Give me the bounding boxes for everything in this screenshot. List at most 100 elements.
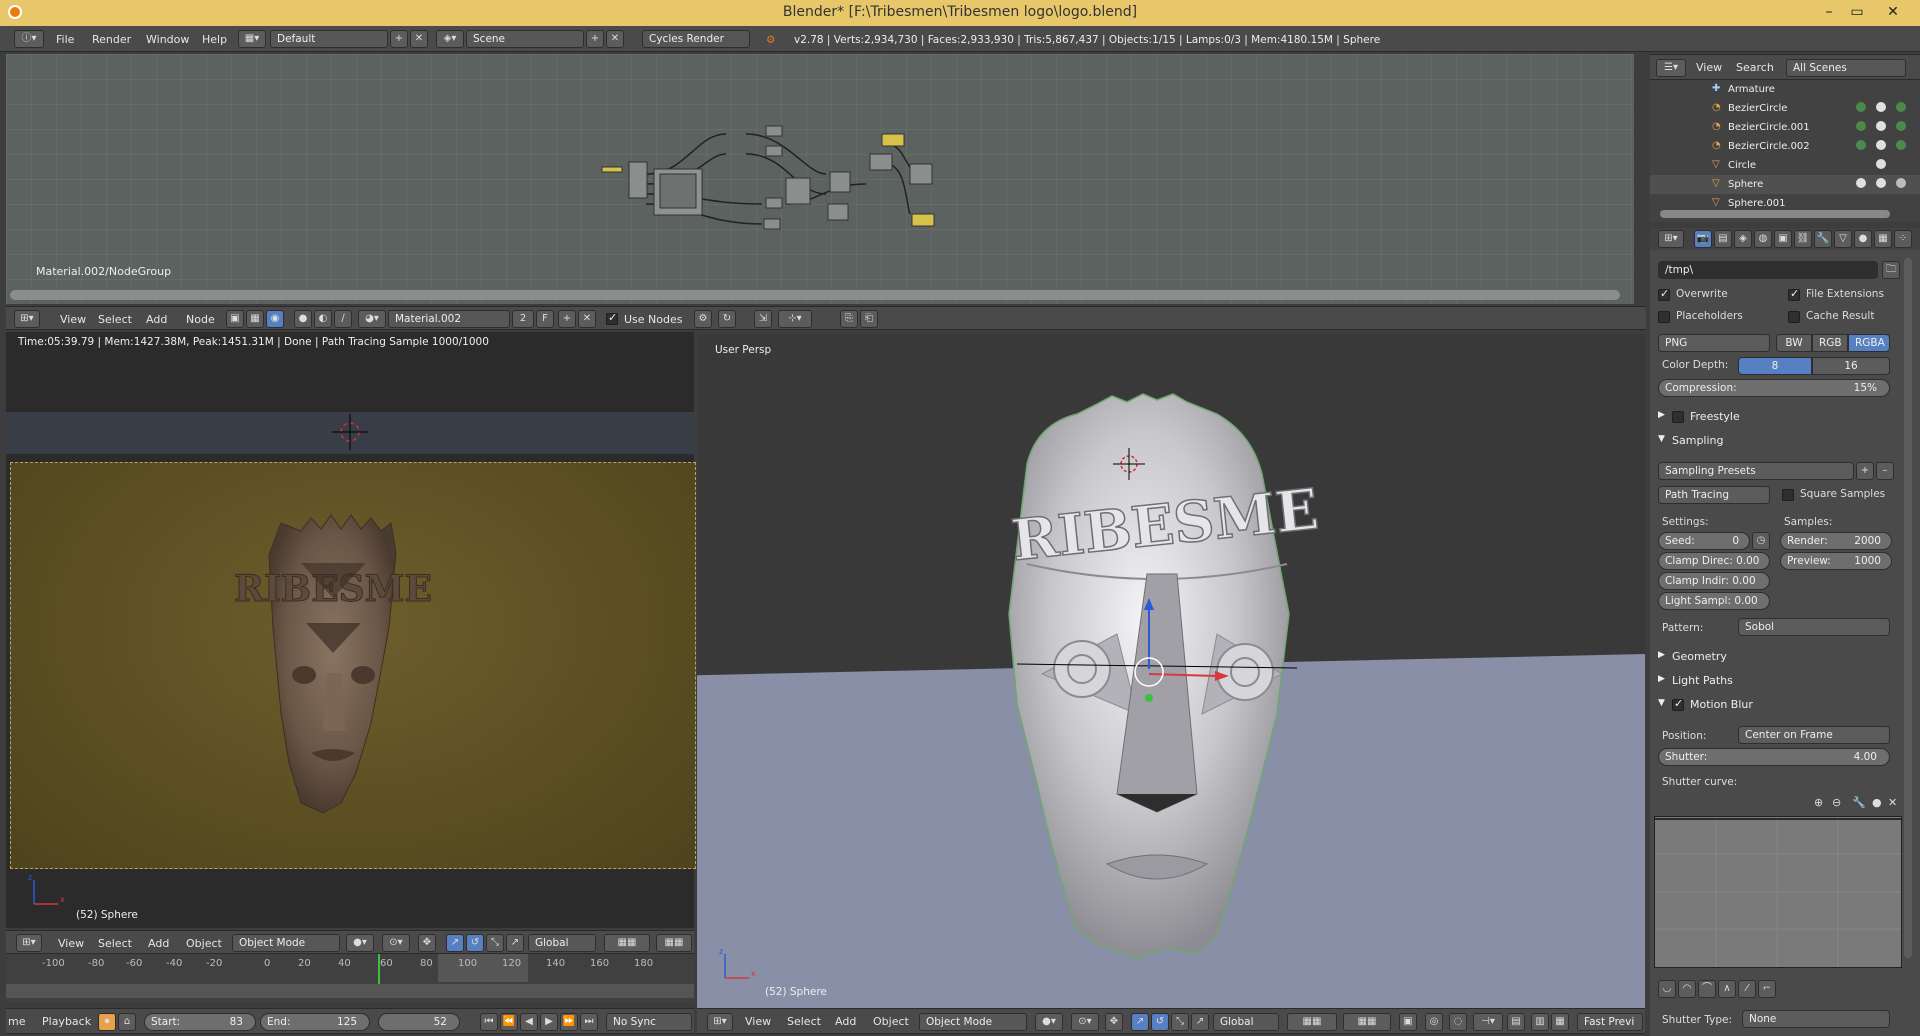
outliner-editor-type-icon[interactable]: ☰▾: [1656, 59, 1686, 77]
properties-scrollbar[interactable]: [1904, 258, 1912, 958]
output-path-field[interactable]: /tmp\: [1658, 261, 1878, 279]
color-depth-16-button[interactable]: 16: [1812, 357, 1890, 375]
object-tab-icon[interactable]: ▣: [1774, 230, 1792, 248]
freestyle-panel-header[interactable]: ▶ Freestyle: [1656, 406, 1914, 428]
eye-icon[interactable]: [1856, 178, 1866, 188]
render-icon[interactable]: [1896, 102, 1906, 112]
opengl-render-icon[interactable]: ▤: [1507, 1013, 1525, 1031]
light-sampling-field[interactable]: Light Sampl: 0.00: [1658, 592, 1770, 610]
timeline-scroll[interactable]: [6, 984, 694, 998]
jump-keyframe-forward-icon[interactable]: ⏩: [560, 1013, 578, 1031]
copy-nodes-icon[interactable]: ⎘: [840, 310, 858, 328]
jump-end-icon[interactable]: ⏭: [580, 1013, 598, 1031]
scale-icon[interactable]: ⤡: [486, 934, 504, 952]
seed-field[interactable]: Seed: 0: [1658, 532, 1750, 550]
outliner-scrollbar[interactable]: [1660, 210, 1890, 218]
square-samples-checkbox[interactable]: [1782, 489, 1794, 501]
view3d-menu-view[interactable]: View: [58, 937, 84, 950]
outliner-item-armature[interactable]: ✚ Armature: [1650, 80, 1920, 99]
object-shader-icon[interactable]: ●: [294, 310, 312, 328]
node-editor[interactable]: Material.002/NodeGroup: [6, 54, 1634, 304]
orientation-select[interactable]: Global: [528, 934, 596, 952]
scene-icon[interactable]: ◈▾: [436, 30, 464, 48]
maximize-icon[interactable]: ▭: [1844, 2, 1870, 22]
node-menu-add[interactable]: Add: [146, 313, 167, 326]
viewport-translate-icon[interactable]: ↗: [1131, 1013, 1149, 1031]
cursor-select-icon[interactable]: [1876, 159, 1886, 169]
motion-blur-checkbox[interactable]: [1672, 697, 1684, 711]
add-layout-icon[interactable]: +: [390, 30, 408, 48]
unlink-material-icon[interactable]: ✕: [578, 310, 596, 328]
timeline-menu-playback[interactable]: Playback: [42, 1015, 91, 1028]
manipulator-icon[interactable]: ✥: [418, 934, 436, 952]
outliner[interactable]: ✚ Armature ◔ BezierCircle ◔ BezierCircle…: [1650, 80, 1920, 222]
color-depth-8-button[interactable]: 8: [1738, 357, 1812, 375]
sampling-presets-select[interactable]: Sampling Presets: [1658, 462, 1854, 480]
clamp-direct-field[interactable]: Clamp Direc: 0.00: [1658, 552, 1770, 570]
play-reverse-icon[interactable]: ◀: [520, 1013, 538, 1031]
start-frame-field[interactable]: Start: 83: [144, 1013, 256, 1031]
view3d-menu-object[interactable]: Object: [186, 937, 222, 950]
eye-icon[interactable]: [1856, 121, 1866, 131]
viewport-layers-2-icon[interactable]: ▦▦: [1343, 1013, 1391, 1031]
viewport-shading-icon[interactable]: ●▾: [346, 934, 374, 952]
viewport-menu-select[interactable]: Select: [787, 1015, 821, 1028]
snap-target-icon[interactable]: ⊣▾: [1473, 1013, 1503, 1031]
3d-viewport[interactable]: User Persp RIBESME z x (52) Sphere: [697, 334, 1645, 1008]
use-nodes-checkbox[interactable]: [606, 311, 618, 325]
viewport-pivot-icon[interactable]: ⊙▾: [1071, 1013, 1099, 1031]
zoom-out-icon[interactable]: ⊖: [1832, 796, 1841, 809]
animated-seed-icon[interactable]: ◷: [1752, 532, 1770, 550]
viewport-orientation-select[interactable]: Global: [1213, 1013, 1279, 1031]
compositing-nodes-icon[interactable]: ◉: [266, 310, 284, 328]
integrator-select[interactable]: Path Tracing: [1658, 486, 1770, 504]
curve-preset-max-icon[interactable]: ⌐: [1758, 980, 1776, 998]
curve-preset-sharp-icon[interactable]: ∧: [1718, 980, 1736, 998]
outliner-item-beziercircle-001[interactable]: ◔ BezierCircle.001: [1650, 118, 1920, 137]
overwrite-checkbox[interactable]: [1658, 287, 1670, 301]
view3d-menu-add[interactable]: Add: [148, 937, 169, 950]
viewport-scale-icon[interactable]: ⤡: [1171, 1013, 1189, 1031]
sampling-panel-header[interactable]: ▼ Sampling: [1656, 430, 1914, 452]
outliner-menu-search[interactable]: Search: [1736, 61, 1774, 74]
paste-nodes-icon[interactable]: ⎗: [860, 310, 878, 328]
viewport-layers-icon[interactable]: ▦▦: [1287, 1013, 1337, 1031]
timeline[interactable]: -100 -80 -60 -40 -20 0 20 40 60 80 100 1…: [6, 954, 694, 1002]
world-shader-icon[interactable]: ◐: [314, 310, 332, 328]
browse-folder-icon[interactable]: 🗀: [1882, 261, 1900, 279]
eye-icon[interactable]: [1856, 140, 1866, 150]
color-rgba-button[interactable]: RGBA: [1848, 334, 1890, 352]
menu-window[interactable]: Window: [146, 33, 189, 46]
modifiers-tab-icon[interactable]: 🔧: [1814, 230, 1832, 248]
material-tab-icon[interactable]: ●: [1854, 230, 1872, 248]
node-menu-select[interactable]: Select: [98, 313, 132, 326]
compression-slider[interactable]: Compression: 15%: [1658, 379, 1890, 397]
pivot-point-icon[interactable]: ⊙▾: [382, 934, 410, 952]
texture-nodes-icon[interactable]: ▦: [246, 310, 264, 328]
zoom-in-icon[interactable]: ⊕: [1814, 796, 1823, 809]
color-rgb-button[interactable]: RGB: [1812, 334, 1848, 352]
minimize-icon[interactable]: –: [1816, 2, 1842, 22]
viewport-menu-add[interactable]: Add: [835, 1015, 856, 1028]
cursor-select-icon[interactable]: [1876, 102, 1886, 112]
translate-icon[interactable]: ↗: [446, 934, 464, 952]
color-bw-button[interactable]: BW: [1776, 334, 1812, 352]
shutter-curve-editor[interactable]: [1654, 816, 1902, 968]
rotate-icon[interactable]: ↺: [466, 934, 484, 952]
screen-layout-icon[interactable]: ▦▾: [238, 30, 266, 48]
screen-layout-field[interactable]: Default: [270, 30, 388, 48]
preview-samples-field[interactable]: Preview: 1000: [1780, 552, 1892, 570]
particles-tab-icon[interactable]: ⁘: [1894, 230, 1912, 248]
remove-preset-icon[interactable]: –: [1876, 462, 1894, 480]
viewport-transform-icon[interactable]: ↗: [1191, 1013, 1209, 1031]
end-frame-field[interactable]: End: 125: [260, 1013, 370, 1031]
material-name-field[interactable]: Material.002: [388, 310, 510, 328]
geometry-panel-header[interactable]: ▶ Geometry: [1656, 646, 1914, 668]
data-tab-icon[interactable]: ▽: [1834, 230, 1852, 248]
auto-key-icon[interactable]: ⏺: [98, 1013, 116, 1031]
snap-element-icon[interactable]: ⊹▾: [778, 310, 812, 328]
outliner-item-circle[interactable]: ▽ Circle: [1650, 156, 1920, 175]
transform-mode-icon[interactable]: ↗: [506, 934, 524, 952]
file-extensions-checkbox[interactable]: [1788, 287, 1800, 301]
viewport-mode-select[interactable]: Object Mode: [919, 1013, 1027, 1031]
